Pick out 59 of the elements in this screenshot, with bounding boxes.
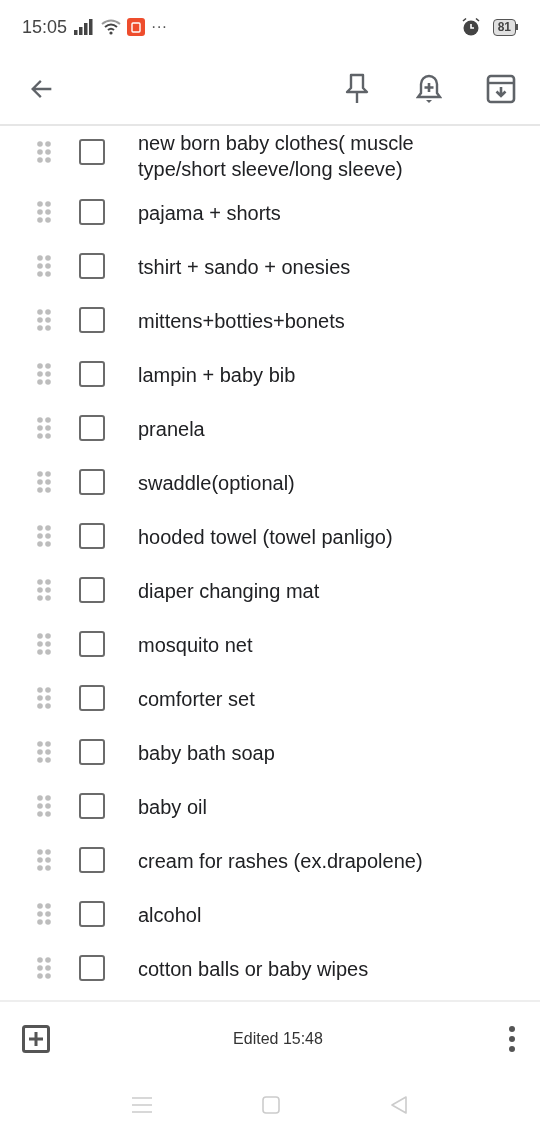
item-text[interactable]: mosquito net	[138, 632, 458, 658]
drag-handle-icon[interactable]	[36, 308, 52, 332]
item-text[interactable]: cream for rashes (ex.drapolene)	[138, 848, 458, 874]
drag-handle-icon[interactable]	[36, 578, 52, 602]
item-text[interactable]: baby bath soap	[138, 740, 458, 766]
item-text[interactable]: new born baby clothes( muscle type/short sleeve/long sleeve)	[138, 130, 458, 182]
drag-handle-icon[interactable]	[36, 524, 52, 548]
checkbox[interactable]	[79, 361, 105, 387]
checkbox[interactable]	[79, 847, 105, 873]
battery-level: 81	[492, 18, 516, 36]
item-text[interactable]: swaddle(optional)	[138, 470, 458, 496]
add-box-icon[interactable]	[22, 1025, 50, 1053]
checkbox[interactable]	[79, 631, 105, 657]
signal-icon	[73, 19, 96, 35]
item-text[interactable]: pajama + shorts	[138, 200, 458, 226]
drag-handle-icon[interactable]	[36, 470, 52, 494]
drag-handle-icon[interactable]	[36, 416, 52, 440]
archive-icon[interactable]	[486, 73, 516, 105]
drag-handle-icon[interactable]	[36, 902, 52, 926]
drag-handle-icon[interactable]	[36, 200, 52, 224]
checkbox[interactable]	[79, 523, 105, 549]
checkbox[interactable]	[79, 307, 105, 333]
item-text[interactable]: alcohol	[138, 902, 458, 928]
drag-handle-icon[interactable]	[36, 254, 52, 278]
drag-handle-icon[interactable]	[36, 956, 52, 980]
item-text[interactable]: mittens+botties+bonets	[138, 308, 458, 334]
drag-handle-icon[interactable]	[36, 686, 52, 710]
more-notifications: ···	[151, 17, 168, 37]
more-options-icon[interactable]	[506, 1025, 518, 1053]
drag-handle-icon[interactable]	[36, 794, 52, 818]
item-text[interactable]: tshirt + sando + onesies	[138, 254, 458, 280]
checkbox[interactable]	[79, 139, 105, 165]
item-text[interactable]: comforter set	[138, 686, 458, 712]
drag-handle-icon[interactable]	[36, 740, 52, 764]
checkbox[interactable]	[79, 199, 105, 225]
item-text[interactable]: lampin + baby bib	[138, 362, 458, 388]
drag-handle-icon[interactable]	[36, 362, 52, 386]
checkbox[interactable]	[79, 901, 105, 927]
drag-handle-icon[interactable]	[36, 632, 52, 656]
item-text[interactable]: cotton balls or baby wipes	[138, 956, 458, 982]
reminder-bell-icon[interactable]	[414, 72, 444, 106]
checkbox[interactable]	[79, 469, 105, 495]
drag-handle-icon[interactable]	[36, 848, 52, 872]
item-text[interactable]: pranela	[138, 416, 458, 442]
alarm-icon	[460, 17, 481, 37]
item-text[interactable]: hooded towel (towel panligo)	[138, 524, 458, 550]
checkbox[interactable]	[79, 793, 105, 819]
checkbox[interactable]	[79, 577, 105, 603]
checkbox[interactable]	[79, 685, 105, 711]
drag-handle-icon[interactable]	[36, 140, 52, 164]
edited-time: Edited 15:48	[232, 1029, 324, 1049]
item-text[interactable]: diaper changing mat	[138, 578, 458, 604]
item-text[interactable]: baby oil	[138, 794, 458, 820]
checkbox[interactable]	[79, 415, 105, 441]
checkbox[interactable]	[79, 253, 105, 279]
checkbox[interactable]	[79, 739, 105, 765]
checkbox[interactable]	[79, 955, 105, 981]
status-time: 15:05	[22, 15, 68, 39]
wifi-icon	[101, 19, 122, 35]
